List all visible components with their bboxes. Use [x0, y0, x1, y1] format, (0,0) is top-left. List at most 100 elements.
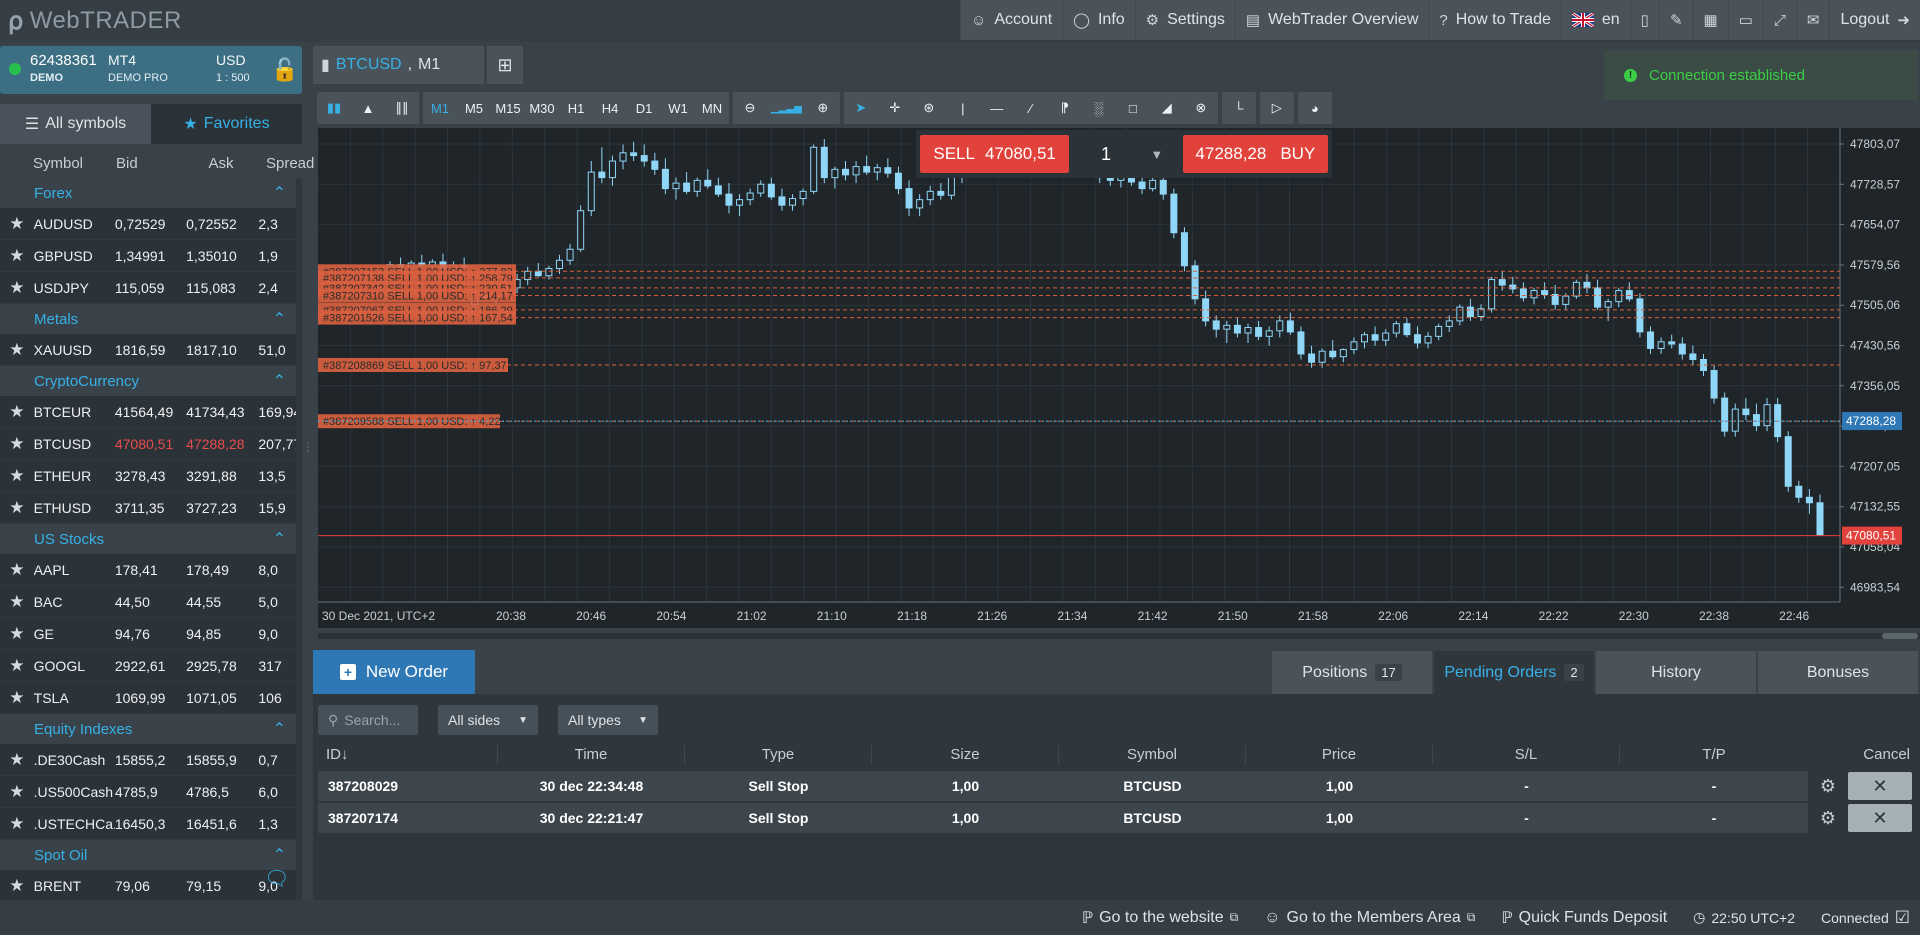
- symbol-row[interactable]: ★ ETHEUR 3278,43 3291,88 13,5: [0, 460, 298, 492]
- mobile-button[interactable]: ▯: [1629, 0, 1659, 40]
- layout-grid-button[interactable]: ▦: [1692, 0, 1728, 40]
- quantity-input[interactable]: 1: [1069, 135, 1143, 173]
- star-icon[interactable]: ★: [0, 498, 34, 518]
- symbol-row[interactable]: ★ .US500Cash 4785,9 4786,5 6,0: [0, 776, 298, 808]
- chevron-down-icon[interactable]: ▼: [1143, 147, 1171, 162]
- nav-how-to-trade[interactable]: ? How to Trade: [1428, 0, 1561, 40]
- chart-canvas[interactable]: 47803,07 47728,57 47654,07 47579,56 47505,06…: [318, 128, 1920, 628]
- cancel-order-button[interactable]: ✕: [1848, 804, 1912, 832]
- indicators-icon[interactable]: └: [1222, 92, 1256, 124]
- star-icon[interactable]: ★: [0, 750, 34, 770]
- star-icon[interactable]: ★: [0, 876, 34, 896]
- triangle-icon[interactable]: ◢: [1150, 92, 1184, 124]
- symbol-row[interactable]: ★ BTCUSD 47080,51 47288,28 207,77: [0, 428, 298, 460]
- star-icon[interactable]: ★: [0, 246, 34, 266]
- col-sl[interactable]: S/L: [1433, 745, 1620, 765]
- crosshair-box-icon[interactable]: ⊛: [912, 92, 946, 124]
- price-chart[interactable]: 47803,07 47728,57 47654,07 47579,56 47505,06…: [318, 128, 1920, 628]
- star-icon[interactable]: ★: [0, 402, 34, 422]
- symbol-row[interactable]: ★ AUDUSD 0,72529 0,72552 2,3: [0, 208, 298, 240]
- symbol-group-header[interactable]: Spot Oil ⌃: [0, 840, 298, 870]
- nav-settings[interactable]: ⚙ Settings: [1134, 0, 1235, 40]
- star-icon[interactable]: ★: [0, 624, 34, 644]
- chart-horizontal-scrollbar[interactable]: [318, 628, 1920, 639]
- tab-pending-orders[interactable]: Pending Orders 2: [1434, 651, 1594, 694]
- delete-drawings-icon[interactable]: ⊗: [1184, 92, 1218, 124]
- add-chart-button[interactable]: ⊞: [487, 46, 523, 84]
- vertical-line-icon[interactable]: |: [946, 92, 980, 124]
- symbol-group-header[interactable]: Equity Indexes ⌃: [0, 714, 298, 744]
- bars-icon[interactable]: ∥∥: [385, 92, 419, 124]
- symbol-row[interactable]: ★ .DE30Cash 15855,2 15855,9 0,7: [0, 744, 298, 776]
- star-icon[interactable]: ★: [0, 688, 34, 708]
- star-icon[interactable]: ★: [0, 434, 34, 454]
- col-symbol[interactable]: Symbol: [0, 155, 116, 172]
- symbol-row[interactable]: ★ AAPL 178,41 178,49 8,0: [0, 554, 298, 586]
- symbol-row[interactable]: ★ ETHUSD 3711,35 3727,23 15,9: [0, 492, 298, 524]
- star-icon[interactable]: ★: [0, 466, 34, 486]
- symbol-row[interactable]: ★ GE 94,76 94,85 9,0: [0, 618, 298, 650]
- star-icon[interactable]: ★: [0, 340, 34, 360]
- symbol-row[interactable]: ★ GBPUSD 1,34991 1,35010 1,9: [0, 240, 298, 272]
- lock-icon[interactable]: 🔓: [268, 46, 302, 94]
- checkbox-icon[interactable]: ☑: [1895, 908, 1910, 928]
- nav-info[interactable]: ◯ Info: [1062, 0, 1135, 40]
- timeframe-d1[interactable]: D1: [627, 92, 661, 124]
- tab-history[interactable]: History: [1596, 651, 1756, 694]
- account-card[interactable]: 62438361 DEMO MT4 DEMO PRO USD 1 : 500 🔓: [0, 46, 302, 94]
- crosshair-icon[interactable]: ✛: [878, 92, 912, 124]
- logout-button[interactable]: Logout ➜: [1829, 0, 1920, 40]
- col-time[interactable]: Time: [498, 745, 685, 765]
- tab-favorites[interactable]: ★ Favorites: [151, 104, 302, 144]
- channel-icon[interactable]: ⁋: [1048, 92, 1082, 124]
- horizontal-line-icon[interactable]: —: [980, 92, 1014, 124]
- sides-select[interactable]: All sides ▼: [438, 705, 538, 735]
- col-bid[interactable]: Bid: [116, 155, 176, 172]
- symbol-group-header[interactable]: CryptoCurrency ⌃: [0, 366, 298, 396]
- timeframe-m30[interactable]: M30: [525, 92, 559, 124]
- new-order-button[interactable]: + New Order: [313, 650, 475, 694]
- nav-overview[interactable]: ▤ WebTrader Overview: [1234, 0, 1429, 40]
- language-selector[interactable]: en: [1560, 0, 1630, 40]
- timeframe-m15[interactable]: M15: [491, 92, 525, 124]
- col-symbol[interactable]: Symbol: [1059, 745, 1246, 765]
- star-icon[interactable]: ★: [0, 560, 34, 580]
- table-row[interactable]: 387208029 30 dec 22:34:48 Sell Stop 1,00 BTC…: [318, 771, 1808, 801]
- panel-splitter[interactable]: ⋮: [302, 440, 314, 500]
- col-price[interactable]: Price: [1246, 745, 1433, 765]
- tab-bonuses[interactable]: Bonuses: [1758, 651, 1918, 694]
- fibonacci-icon[interactable]: ░: [1082, 92, 1116, 124]
- col-type[interactable]: Type: [685, 745, 872, 765]
- footer-funds-link[interactable]: ℙ Quick Funds Deposit: [1501, 908, 1667, 928]
- chat-button[interactable]: ✉: [1795, 0, 1830, 40]
- symbol-row[interactable]: ★ TSLA 1069,99 1071,05 106: [0, 682, 298, 714]
- zoom-out-icon[interactable]: ⊖: [733, 92, 767, 124]
- symbol-group-header[interactable]: Metals ⌃: [0, 304, 298, 334]
- symbol-group-header[interactable]: Forex ⌃: [0, 178, 298, 208]
- order-search-input[interactable]: ⚲ Search...: [318, 705, 418, 735]
- symbol-row[interactable]: ★ GOOGL 2922,61 2925,78 317: [0, 650, 298, 682]
- footer-members-link[interactable]: ☺ Go to the Members Area ⧉: [1264, 909, 1475, 927]
- symbol-row[interactable]: ★.USTECHCa...16450,3 16451,6 1,3: [0, 808, 298, 840]
- symbol-row[interactable]: ★ USDJPY 115,059 115,083 2,4: [0, 272, 298, 304]
- star-icon[interactable]: ★: [0, 592, 34, 612]
- fullscreen-button[interactable]: ⤢: [1762, 0, 1796, 40]
- gear-icon[interactable]: ⚙: [1813, 803, 1843, 833]
- theme-button[interactable]: ✎: [1658, 0, 1693, 40]
- col-spread[interactable]: Spread: [266, 155, 314, 172]
- col-size[interactable]: Size: [872, 745, 1059, 765]
- col-id[interactable]: ID↓: [318, 745, 498, 765]
- zoom-in-icon[interactable]: ⊕: [806, 92, 840, 124]
- timeframe-m5[interactable]: M5: [457, 92, 491, 124]
- cursor-icon[interactable]: ➤: [844, 92, 878, 124]
- types-select[interactable]: All types ▼: [558, 705, 658, 735]
- timeframe-mn[interactable]: MN: [695, 92, 729, 124]
- symbol-group-header[interactable]: US Stocks ⌃: [0, 524, 298, 554]
- window-button[interactable]: ▭: [1727, 0, 1763, 40]
- star-icon[interactable]: ★: [0, 656, 34, 676]
- tab-all-symbols[interactable]: ☰ All symbols: [0, 104, 151, 144]
- candles-icon[interactable]: ▮▮: [317, 92, 351, 124]
- col-ask[interactable]: Ask: [176, 155, 266, 172]
- trend-line-icon[interactable]: ∕: [1014, 92, 1048, 124]
- star-icon[interactable]: ★: [0, 814, 34, 834]
